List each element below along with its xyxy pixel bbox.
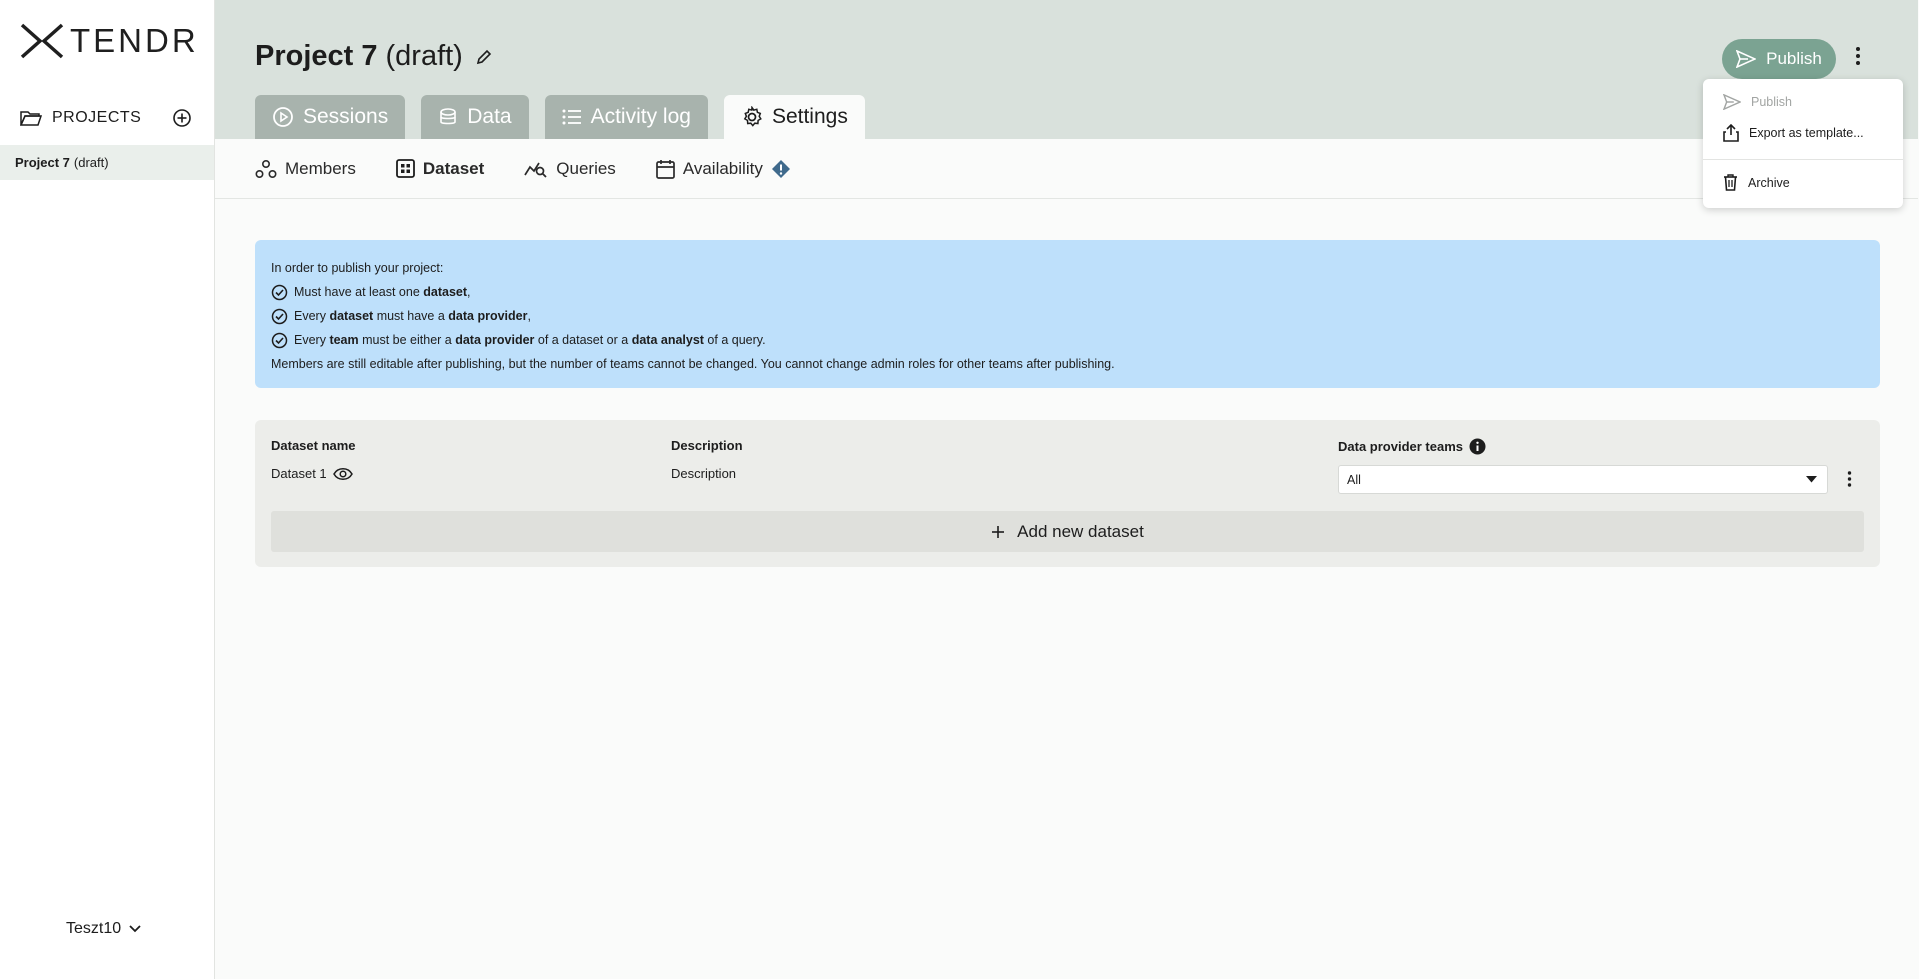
subnav-availability[interactable]: Availability xyxy=(655,158,791,179)
caret-down-icon xyxy=(1806,476,1817,483)
publish-button[interactable]: Publish xyxy=(1722,39,1836,79)
dataset-icon xyxy=(395,159,415,178)
edit-pencil-icon[interactable] xyxy=(475,48,493,66)
plus-icon xyxy=(992,525,1005,538)
logo-text: TENDR xyxy=(70,22,199,59)
folder-open-icon xyxy=(20,111,42,126)
requirement-text: Must have at least one dataset, xyxy=(294,285,471,299)
column-header-dataset-name: Dataset name xyxy=(271,438,356,453)
trash-icon xyxy=(1724,174,1737,191)
subnav-dataset-label: Dataset xyxy=(422,158,485,178)
logo-x-icon xyxy=(20,23,64,59)
tab-sessions[interactable]: Sessions xyxy=(255,95,406,139)
info-requirement: Every dataset must have a data provider, xyxy=(271,304,1864,328)
info-requirement: Every team must be either a data provide… xyxy=(271,328,1864,352)
sidebar: TENDR PROJECTS Project 7 (draft) Teszt10 xyxy=(0,0,215,979)
page-title-name: Project 7 xyxy=(255,40,378,72)
publish-button-label: Publish xyxy=(1766,49,1822,68)
check-circle-icon xyxy=(271,284,288,300)
eye-icon[interactable] xyxy=(332,467,353,481)
more-options-icon[interactable] xyxy=(1855,46,1861,66)
menu-item-publish-label: Publish xyxy=(1751,95,1792,109)
row-more-options-icon[interactable] xyxy=(1847,471,1852,487)
info-intro-text: In order to publish your project: xyxy=(271,261,444,275)
dataset-name: Dataset 1 xyxy=(271,466,327,481)
check-circle-icon xyxy=(271,308,288,324)
page-title: Project 7 (draft) xyxy=(255,40,493,73)
share-icon xyxy=(1723,124,1739,142)
subnav-availability-label: Availability xyxy=(682,158,763,178)
subnav-members-label: Members xyxy=(285,158,356,178)
info-icon[interactable] xyxy=(1469,438,1486,455)
tab-data[interactable]: Data xyxy=(421,95,529,139)
add-dataset-label: Add new dataset xyxy=(1017,521,1144,541)
app-root: TENDR PROJECTS Project 7 (draft) Teszt10 xyxy=(0,0,1919,979)
menu-divider xyxy=(1703,159,1903,160)
info-note-text: Members are still editable after publish… xyxy=(271,357,1115,371)
check-circle-icon xyxy=(271,332,288,348)
column-header-providers-label: Data provider teams xyxy=(1338,439,1463,454)
add-project-icon[interactable] xyxy=(172,108,192,128)
column-header-description: Description xyxy=(671,438,743,453)
sidebar-item-project-7[interactable]: Project 7 (draft) xyxy=(0,145,214,180)
list-icon xyxy=(562,109,581,125)
publish-requirements-info: In order to publish your project: Must h… xyxy=(255,240,1880,388)
project-status: (draft) xyxy=(73,155,109,170)
tab-data-label: Data xyxy=(467,105,512,128)
project-header: Project 7 (draft) Sessions Data Activity… xyxy=(215,0,1918,139)
tab-settings-label: Settings xyxy=(771,105,848,128)
project-actions-menu: Publish Export as template... Archive xyxy=(1703,79,1903,208)
tab-activity-log-label: Activity log xyxy=(590,105,691,128)
settings-subnav: Members Dataset Queries Availability xyxy=(215,139,1918,199)
send-icon xyxy=(1723,94,1741,110)
user-switcher[interactable]: Teszt10 xyxy=(66,920,141,938)
info-requirement: Must have at least one dataset, xyxy=(271,280,1864,304)
tab-sessions-label: Sessions xyxy=(303,105,389,128)
members-icon xyxy=(255,159,277,178)
data-provider-select-value: All xyxy=(1347,472,1361,487)
chevron-down-icon xyxy=(129,925,141,933)
warning-diamond-icon xyxy=(771,159,790,178)
logo: TENDR xyxy=(20,22,199,60)
menu-item-archive-label: Archive xyxy=(1748,175,1790,190)
main-tabs: Sessions Data Activity log Settings xyxy=(255,95,865,139)
subnav-members[interactable]: Members xyxy=(255,159,356,179)
dataset-table: Dataset name Description Data provider t… xyxy=(255,420,1880,567)
projects-label-group: PROJECTS xyxy=(20,109,141,127)
subnav-dataset[interactable]: Dataset xyxy=(395,158,485,179)
page-title-status: (draft) xyxy=(385,40,463,72)
queries-icon xyxy=(524,162,547,178)
gear-icon xyxy=(743,106,762,127)
add-dataset-button[interactable]: Add new dataset xyxy=(271,511,1864,552)
database-icon xyxy=(440,108,457,125)
menu-item-export-template[interactable]: Export as template... xyxy=(1723,124,1864,142)
column-header-providers: Data provider teams xyxy=(1338,438,1486,455)
tab-activity-log[interactable]: Activity log xyxy=(544,95,708,139)
projects-label: PROJECTS xyxy=(52,109,142,126)
tab-settings[interactable]: Settings xyxy=(723,95,865,139)
table-row-description: Description xyxy=(671,466,737,481)
send-icon xyxy=(1736,50,1757,68)
main-content: Project 7 (draft) Sessions Data Activity… xyxy=(215,0,1919,979)
projects-header: PROJECTS xyxy=(20,108,192,128)
menu-item-export-label: Export as template... xyxy=(1749,126,1864,140)
user-name: Teszt10 xyxy=(66,920,122,937)
subnav-queries[interactable]: Queries xyxy=(524,159,616,179)
requirement-text: Every team must be either a data provide… xyxy=(294,333,766,347)
table-row-dataset-name: Dataset 1 xyxy=(271,466,353,481)
project-name: Project 7 xyxy=(15,155,70,170)
info-intro: In order to publish your project: xyxy=(271,256,1864,280)
subnav-queries-label: Queries xyxy=(556,158,616,178)
requirement-text: Every dataset must have a data provider, xyxy=(294,309,531,323)
info-note: Members are still editable after publish… xyxy=(271,352,1864,376)
calendar-icon xyxy=(655,159,675,179)
data-provider-select[interactable]: All xyxy=(1338,465,1828,494)
menu-item-publish: Publish xyxy=(1723,94,1792,110)
play-circle-icon xyxy=(273,107,293,127)
menu-item-archive[interactable]: Archive xyxy=(1723,174,1790,191)
